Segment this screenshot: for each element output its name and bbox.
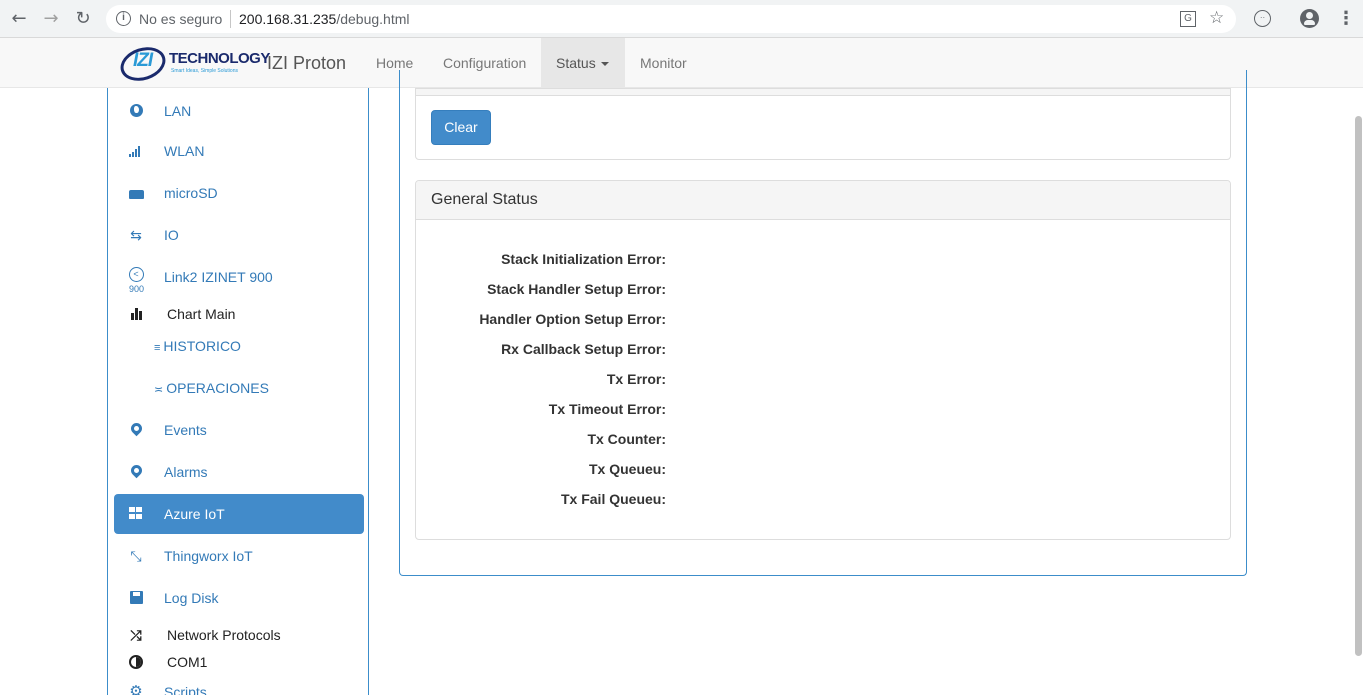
sidebar-subitem-operaciones[interactable]: ≍ OPERACIONES bbox=[154, 380, 269, 396]
cog-icon: ⚙ bbox=[129, 683, 143, 695]
translate-icon[interactable]: G bbox=[1180, 11, 1196, 27]
nav-status-label: Status bbox=[556, 55, 596, 71]
status-label-tx-error: Tx Error: bbox=[606, 371, 666, 387]
sidebar-item-label: Scripts bbox=[164, 684, 207, 695]
forward-icon[interactable]: → bbox=[40, 8, 62, 30]
info-icon[interactable]: i bbox=[116, 11, 131, 26]
sidebar-item-label: LAN bbox=[164, 103, 192, 119]
sidebar-item-label: WLAN bbox=[164, 143, 205, 159]
sidebar-item-label: microSD bbox=[164, 185, 218, 201]
omnibox-divider bbox=[230, 10, 231, 28]
signal-icon bbox=[128, 143, 144, 159]
approx-icon: ≍ bbox=[154, 384, 164, 396]
extension-icon[interactable]: ·· bbox=[1254, 10, 1271, 27]
sidebar-item-label: Chart Main bbox=[167, 306, 236, 322]
back-icon[interactable]: ← bbox=[8, 8, 30, 30]
resize-icon: ⤡ bbox=[130, 548, 142, 564]
clear-button[interactable]: Clear bbox=[431, 110, 491, 145]
address-bar[interactable]: i No es seguro 200.168.31.235/debug.html… bbox=[106, 5, 1236, 33]
account-icon[interactable] bbox=[1300, 9, 1319, 28]
sidebar-item-events[interactable]: Events bbox=[114, 410, 364, 450]
reload-icon[interactable]: ↻ bbox=[72, 8, 94, 30]
sidebar-item-lan[interactable]: LAN bbox=[114, 91, 364, 131]
share-icon-sublabel: 900 bbox=[129, 284, 145, 294]
browser-menu-icon[interactable]: ⋮ bbox=[1337, 9, 1355, 27]
sidebar: LAN WLAN microSD ⇆ IO < 900 Link2 IZINET… bbox=[107, 88, 369, 695]
nav-configuration-label: Configuration bbox=[443, 55, 527, 71]
sidebar-item-link2[interactable]: < 900 Link2 IZINET 900 bbox=[114, 257, 364, 297]
drive-icon bbox=[128, 185, 144, 201]
globe-icon bbox=[128, 103, 144, 119]
sidebar-item-label: Thingworx IoT bbox=[164, 548, 253, 564]
status-label-stack-handler-error: Stack Handler Setup Error: bbox=[487, 281, 666, 297]
map-marker-icon bbox=[128, 420, 144, 438]
status-label-tx-counter: Tx Counter: bbox=[587, 431, 666, 447]
url-host: 200.168.31.235 bbox=[239, 11, 337, 27]
share-icon: < bbox=[128, 265, 144, 282]
status-label-rx-callback-error: Rx Callback Setup Error: bbox=[501, 341, 666, 357]
sidebar-item-io[interactable]: ⇆ IO bbox=[114, 215, 364, 255]
sidebar-item-label: Log Disk bbox=[164, 590, 219, 606]
list-icon: ≡ bbox=[154, 342, 161, 354]
sidebar-item-label: Azure IoT bbox=[164, 506, 225, 522]
sidebar-item-scripts[interactable]: ⚙ Scripts bbox=[114, 672, 364, 695]
nav-home-label: Home bbox=[376, 55, 414, 71]
brand-name[interactable]: IZI Proton bbox=[267, 53, 346, 74]
status-label-stack-init-error: Stack Initialization Error: bbox=[501, 251, 666, 267]
caret-down-icon bbox=[600, 62, 609, 67]
sidebar-item-log-disk[interactable]: Log Disk bbox=[114, 578, 364, 618]
sidebar-item-alarms[interactable]: Alarms bbox=[114, 452, 364, 492]
logo-tagline: Smart Ideas, Simple Solutions bbox=[171, 68, 238, 74]
sidebar-item-label: Alarms bbox=[164, 464, 208, 480]
windows-icon bbox=[128, 506, 144, 522]
bar-chart-icon bbox=[128, 306, 144, 322]
nav-monitor-label: Monitor bbox=[640, 55, 687, 71]
map-marker-icon bbox=[128, 462, 144, 480]
sidebar-item-label: COM1 bbox=[167, 654, 208, 670]
random-icon: ⤮ bbox=[130, 627, 142, 643]
url-path: /debug.html bbox=[336, 11, 410, 27]
browser-toolbar: ← → ↻ i No es seguro 200.168.31.235/debu… bbox=[0, 0, 1363, 38]
logo-word: TECHNOLOGY bbox=[169, 50, 270, 67]
company-logo[interactable]: IZI TECHNOLOGY Smart Ideas, Simple Solut… bbox=[116, 41, 270, 87]
url-text[interactable]: 200.168.31.235/debug.html bbox=[239, 11, 410, 27]
status-label-tx-queue: Tx Queueu: bbox=[588, 461, 666, 477]
sidebar-item-microsd[interactable]: microSD bbox=[114, 173, 364, 213]
logo-mark: IZI bbox=[133, 50, 153, 71]
sidebar-subitem-label: HISTORICO bbox=[163, 338, 241, 354]
bookmark-star-icon[interactable]: ☆ bbox=[1209, 8, 1224, 28]
sidebar-item-azure-iot[interactable]: Azure IoT bbox=[114, 494, 364, 534]
general-status-title: General Status bbox=[416, 181, 1230, 220]
sidebar-item-label: Link2 IZINET 900 bbox=[164, 269, 273, 285]
sidebar-item-chart-main[interactable]: Chart Main bbox=[114, 294, 364, 334]
transfer-icon: ⇆ bbox=[130, 227, 142, 243]
debug-panel-header bbox=[416, 89, 1230, 96]
sidebar-subitem-historico[interactable]: ≡ HISTORICO bbox=[154, 338, 241, 354]
sidebar-item-label: IO bbox=[164, 227, 179, 243]
status-label-handler-option-error: Handler Option Setup Error: bbox=[479, 311, 666, 327]
general-status-panel: General Status Stack Initialization Erro… bbox=[415, 180, 1231, 540]
contrast-icon bbox=[128, 654, 144, 670]
sidebar-item-label: Network Protocols bbox=[167, 627, 281, 643]
sidebar-subitem-label: OPERACIONES bbox=[166, 380, 269, 396]
sidebar-item-label: Events bbox=[164, 422, 207, 438]
security-label[interactable]: No es seguro bbox=[139, 11, 222, 27]
status-label-tx-timeout-error: Tx Timeout Error: bbox=[548, 401, 666, 417]
status-label-tx-fail-queue: Tx Fail Queueu: bbox=[560, 491, 666, 507]
debug-panel: Clear bbox=[415, 88, 1231, 160]
sidebar-item-thingworx[interactable]: ⤡ Thingworx IoT bbox=[114, 536, 364, 576]
sidebar-item-wlan[interactable]: WLAN bbox=[114, 131, 364, 171]
floppy-icon bbox=[128, 590, 144, 606]
scrollbar-thumb[interactable] bbox=[1355, 116, 1362, 656]
